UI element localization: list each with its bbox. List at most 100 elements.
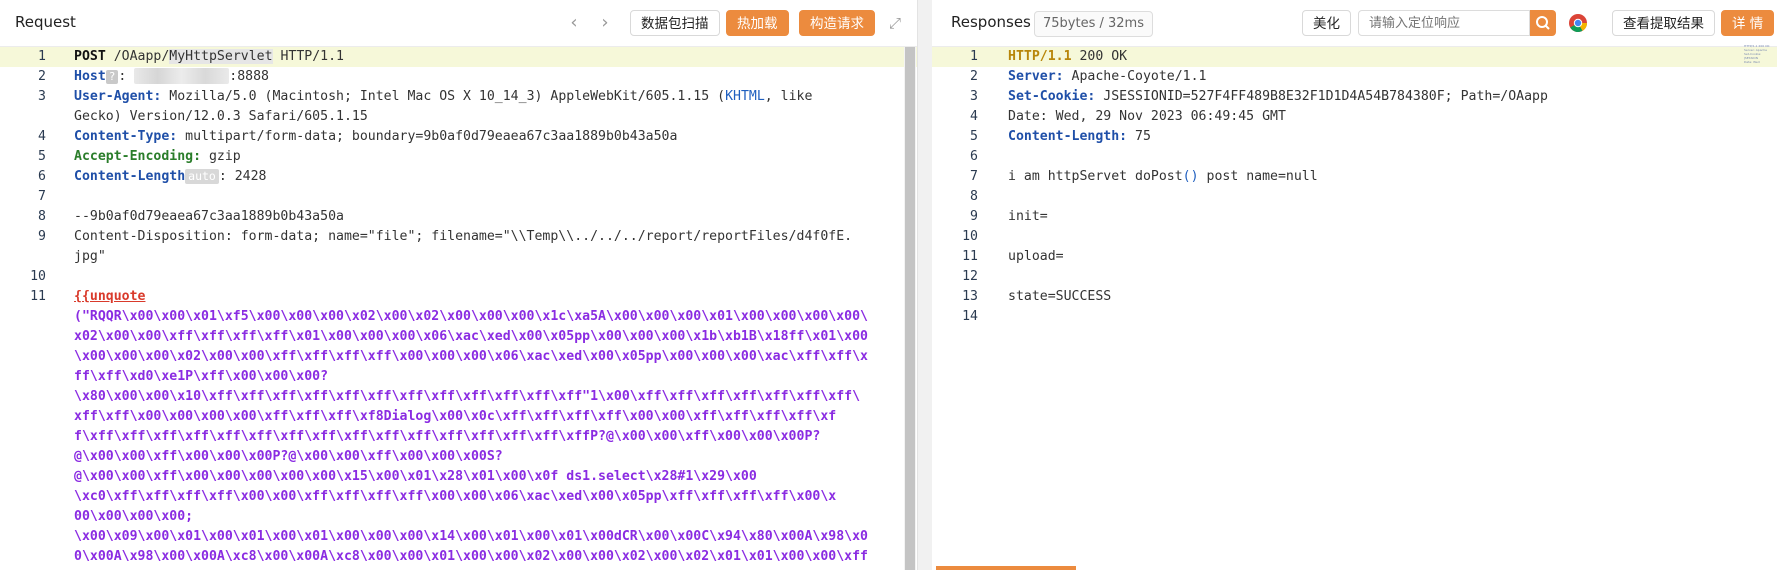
content-disposition: jpg" [74, 249, 106, 264]
content-disposition: Content-Disposition: form-data; name="fi… [74, 229, 853, 244]
line-number: 8 [38, 209, 46, 224]
chevron-left-icon[interactable]: ‹ [563, 12, 585, 34]
header-key: Set-Cookie: [1008, 89, 1096, 104]
payload-text: \xc0\xff\xff\xff\xff\x00\x00\xff\xff\xff… [74, 489, 837, 504]
response-header: Responses 75bytes / 32ms 美化 查看提取结果 [932, 0, 1777, 47]
payload-line: @\x00\x00\xff\x00\x00\x00\x00\x00\x15\x0… [0, 467, 917, 487]
request-scrollbar[interactable] [904, 47, 916, 570]
code-line: 10 [932, 227, 1777, 247]
code-line: 2 Server: Apache-Coyote/1.1 [932, 67, 1777, 87]
body-text: i am httpServet doPost [1008, 169, 1183, 184]
hot-load-button[interactable]: 热加载 [726, 10, 789, 36]
code-line: 6 Content-Length auto: 2428 [0, 167, 917, 187]
host-port: :8888 [229, 69, 269, 84]
payload-text: 00\x00\x00\x00; [74, 509, 194, 524]
header-key: Content-Length: [1008, 129, 1128, 144]
packet-scan-button[interactable]: 数据包扫描 [630, 10, 720, 36]
pane-divider[interactable] [918, 0, 932, 570]
response-editor[interactable]: 1 HTTP/1.1 200 OK 2 Server: Apache-Coyot… [932, 47, 1777, 570]
payload-text: ff\xff\xd0\xe1P\xff\x00\x00\x00? [74, 369, 329, 384]
request-editor[interactable]: 1 POST /OAapp/MyHttpServlet HTTP/1.1 2 H… [0, 47, 917, 570]
details-button[interactable]: 详 情 [1721, 10, 1775, 36]
help-icon[interactable]: ? [105, 70, 119, 84]
code-line: 11 upload= [932, 247, 1777, 267]
payload-text: @\x00\x00\xff\x00\x00\x00P?@\x00\x00\xff… [74, 449, 503, 464]
response-pane: Responses 75bytes / 32ms 美化 查看提取结果 [932, 0, 1777, 570]
code-line: 5 Accept-Encoding: gzip [0, 147, 917, 167]
body-text: post name=null [1198, 169, 1318, 184]
line-number: 2 [38, 69, 46, 84]
payload-text: \x00\x00\x00\x02\x00\x00\xff\xff\xff\xff… [74, 349, 868, 364]
payload-line: x02\x00\x00\xff\xff\xff\xff\x01\x00\x00\… [0, 327, 917, 347]
header-value-khtml: KHTML [725, 89, 765, 104]
payload-line: xff\xff\x00\x00\x00\x00\xff\xff\xff\xf8D… [0, 407, 917, 427]
scrollbar-thumb[interactable] [905, 47, 915, 570]
payload-line: @\x00\x00\xff\x00\x00\x00P?@\x00\x00\xff… [0, 447, 917, 467]
code-line: 6 [932, 147, 1777, 167]
payload-text: xff\xff\x00\x00\x00\x00\xff\xff\xff\xf8D… [74, 409, 837, 424]
line-number: 1 [38, 49, 46, 64]
request-path-servlet: MyHttpServlet [169, 49, 273, 64]
http-method: POST [74, 49, 106, 64]
request-path: /OAapp/ [105, 49, 170, 64]
code-line: 3 Set-Cookie: JSESSIONID=527F4FF489B8E32… [932, 87, 1777, 107]
line-number: 12 [962, 269, 978, 284]
line-number: 10 [30, 269, 46, 284]
unquote-tag: {{unquote [74, 289, 146, 304]
response-scroll-indicator[interactable] [936, 566, 1076, 570]
header-value: Gecko) Version/12.0.3 Safari/605.1.15 [74, 109, 368, 124]
payload-line: 0\x00A\x98\x00\x00A\xc8\x00\x00A\xc8\x00… [0, 547, 917, 567]
header-value: , like [764, 89, 821, 104]
status-line: 200 OK [1071, 49, 1128, 64]
line-number: 4 [970, 109, 978, 124]
payload-text: f\xff\xff\xff\xff\xff\xff\xff\xff\xff\xf… [74, 429, 821, 444]
code-line: 8 --9b0af0d79eaea67c3aa1889b0b43a50a [0, 207, 917, 227]
header-value: Mozilla/5.0 (Macintosh; Intel Mac OS X 1… [161, 89, 726, 104]
build-request-button[interactable]: 构造请求 [799, 10, 875, 36]
expand-icon[interactable]: ⤢ [884, 12, 906, 34]
line-number: 3 [970, 89, 978, 104]
code-line: 7 [0, 187, 917, 207]
code-line: 12 [932, 267, 1777, 287]
header-value: 75 [1127, 129, 1151, 144]
code-line: 11 {{unquote [0, 287, 917, 307]
auto-badge[interactable]: auto [185, 169, 219, 184]
redacted-host [134, 68, 230, 84]
beautify-button[interactable]: 美化 [1302, 10, 1351, 36]
line-number: 6 [970, 149, 978, 164]
body-text: upload= [1008, 249, 1064, 264]
code-line: 2 Host?: :8888 [0, 67, 917, 87]
payload-line: \xc0\xff\xff\xff\xff\x00\x00\xff\xff\xff… [0, 487, 917, 507]
line-number: 9 [970, 209, 978, 224]
chevron-right-icon[interactable]: › [594, 12, 616, 34]
header-key: Content-Type: [74, 129, 178, 144]
view-extract-results-button[interactable]: 查看提取结果 [1612, 10, 1715, 36]
header-key: Host [74, 69, 106, 84]
payload-line: f\xff\xff\xff\xff\xff\xff\xff\xff\xff\xf… [0, 427, 917, 447]
request-header: Request ‹ › 数据包扫描 热加载 构造请求 ⤢ [0, 0, 917, 47]
body-paren: () [1182, 169, 1199, 184]
search-icon [1536, 16, 1550, 30]
chrome-icon[interactable] [1568, 13, 1588, 37]
locate-response-input[interactable] [1358, 10, 1530, 36]
payload-line: \x80\x00\x00\x10\xff\xff\xff\xff\xff\xff… [0, 387, 917, 407]
line-number: 10 [962, 229, 978, 244]
line-number: 6 [38, 169, 46, 184]
code-line: 4 Content-Type: multipart/form-data; bou… [0, 127, 917, 147]
line-number: 5 [970, 129, 978, 144]
code-line: 4 Date: Wed, 29 Nov 2023 06:49:45 GMT [932, 107, 1777, 127]
line-number: 1 [970, 49, 978, 64]
http-version: HTTP/1.1 [272, 49, 344, 64]
header-key: Server: [1008, 69, 1064, 84]
line-number: 9 [38, 229, 46, 244]
header-value: : 2428 [218, 169, 267, 184]
line-number: 5 [38, 149, 46, 164]
separator: : [118, 69, 135, 84]
header-value: multipart/form-data; boundary=9b0af0d79e… [177, 129, 678, 144]
payload-text: \x00\x09\x00\x01\x00\x01\x00\x01\x00\x00… [74, 529, 868, 544]
response-minimap[interactable]: HTTP/1.1 200 OK Server: Apache Set-Cooki… [1744, 44, 1776, 74]
code-line-wrap: jpg" [0, 247, 917, 267]
header-key: User-Agent: [74, 89, 162, 104]
request-title: Request [15, 13, 76, 31]
search-button[interactable] [1530, 10, 1556, 36]
